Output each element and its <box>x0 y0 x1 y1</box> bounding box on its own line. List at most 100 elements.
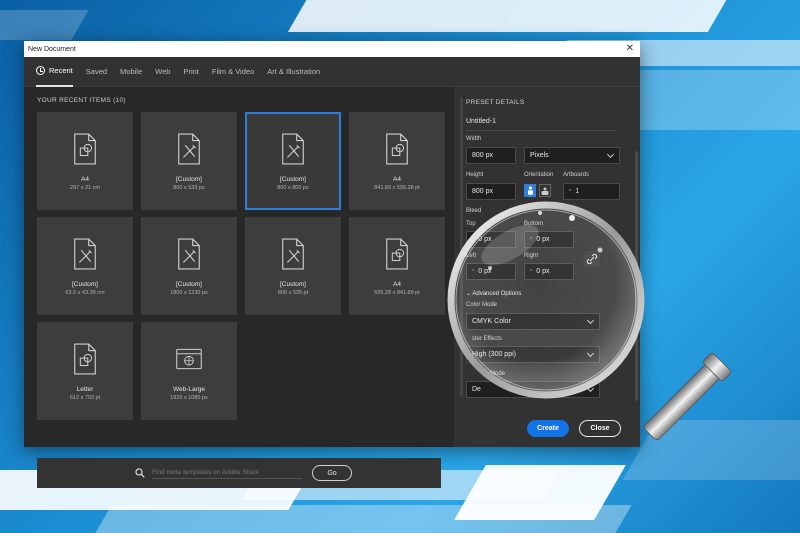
custom-document-icon <box>282 133 304 165</box>
recent-item-name: [Custom] <box>175 281 202 288</box>
tab-saved[interactable]: Saved <box>86 57 107 87</box>
preset-details-panel: PRESET DETAILS Untitled-1 Width 800 px P… <box>454 87 640 447</box>
custom-document-icon <box>178 133 200 165</box>
tab-recent[interactable]: Recent <box>36 57 73 87</box>
height-label: Height <box>466 172 484 178</box>
recent-item-name: Letter <box>76 386 94 393</box>
custom-document-icon <box>282 238 304 270</box>
artboards-input[interactable]: ^ 1 <box>563 183 620 200</box>
stepper-icon[interactable]: ^ <box>472 237 474 243</box>
search-icon <box>135 468 145 478</box>
print-document-icon <box>386 238 408 270</box>
preview-mode-select[interactable]: De <box>466 381 600 398</box>
stepper-icon[interactable]: ^ <box>530 237 532 243</box>
units-select[interactable]: Pixels <box>524 147 620 164</box>
recent-item-card[interactable]: [Custom] 1800 x 1230 px <box>141 217 237 315</box>
chevron-down-icon <box>586 316 595 324</box>
portrait-icon[interactable] <box>524 184 536 197</box>
close-button[interactable]: Close <box>579 420 621 437</box>
close-icon[interactable]: ✕ <box>626 44 634 54</box>
height-input[interactable]: 800 px <box>466 183 516 200</box>
artboards-label: Artboards <box>563 172 590 178</box>
tab-label: Art & Illustration <box>267 67 321 76</box>
color-mode-select[interactable]: CMYK Color <box>466 313 600 330</box>
artboards-value: 1 <box>575 188 580 195</box>
tab-print[interactable]: Print <box>183 57 198 87</box>
link-icon[interactable] <box>584 251 600 267</box>
chevron-down-icon <box>586 384 595 392</box>
tab-label: Mobile <box>120 67 143 76</box>
web-document-icon <box>176 348 202 370</box>
stock-search-bar: Go <box>37 458 441 488</box>
recent-items-grid: A4 297 x 21 cm [Custom] 800 x 533 px [Custom… <box>37 112 445 420</box>
recent-heading: YOUR RECENT ITEMS (10) <box>37 97 126 104</box>
tab-label: Film & Video <box>211 67 255 76</box>
bleed-top-value: 0 px <box>478 236 492 243</box>
top-label: Top <box>466 221 476 227</box>
document-name-field[interactable]: Untitled-1 <box>466 118 616 131</box>
recent-item-card[interactable]: Web-Large 1920 x 1080 px <box>141 322 237 420</box>
bleed-right-value: 0 px <box>536 268 550 275</box>
recent-item-card[interactable]: [Custom] 800 x 533 px <box>141 112 237 210</box>
recent-item-card[interactable]: A4 595.28 x 841.89 pt <box>349 217 445 315</box>
bleed-top-input[interactable]: ^ 0 px <box>466 231 516 248</box>
recent-item-card[interactable]: [Custom] 63.5 x 43.39 cm <box>37 217 133 315</box>
width-input[interactable]: 800 px <box>466 147 516 164</box>
recent-item-name: [Custom] <box>175 176 202 183</box>
bg-stripe <box>287 0 733 32</box>
bg-stripe <box>0 10 89 40</box>
color-mode-value: CMYK Color <box>472 318 511 325</box>
bleed-left-input[interactable]: ^ 0 px <box>466 263 516 280</box>
recent-heading-text: YOUR RECENT ITEMS <box>37 97 111 104</box>
new-document-dialog: New Document ✕ Recent Saved Mobile Web P… <box>24 41 640 488</box>
bleed-left-value: 0 px <box>478 268 492 275</box>
raster-effects-label: ster Effects <box>472 336 502 342</box>
raster-effects-select[interactable]: High (300 ppi) <box>466 346 600 363</box>
recent-count: (10) <box>113 97 126 104</box>
tab-art-illustration[interactable]: Art & Illustration <box>267 57 320 87</box>
recent-item-name: [Custom] <box>279 281 306 288</box>
recent-item-size: 63.5 x 43.39 cm <box>65 290 105 296</box>
preview-mode-label: Mode <box>490 371 506 377</box>
recent-item-card[interactable]: [Custom] 800 x 800 px <box>245 112 341 210</box>
clock-icon <box>36 66 45 75</box>
stepper-icon[interactable]: ^ <box>472 269 474 275</box>
bg-stripe <box>622 420 800 480</box>
bleed-label: Bleed <box>466 208 482 214</box>
recent-panel: YOUR RECENT ITEMS (10) A4 297 x 21 cm [Cus… <box>24 87 463 488</box>
recent-item-card[interactable]: A4 297 x 21 cm <box>37 112 133 210</box>
recent-item-card[interactable]: [Custom] 800 x 535 pt <box>245 217 341 315</box>
scrollbar[interactable] <box>635 151 638 401</box>
preview-mode-value: De <box>472 386 481 393</box>
advanced-options-label: Advanced Options <box>472 291 522 297</box>
raster-effects-value: High (300 ppi) <box>472 351 516 358</box>
title-bar: New Document ✕ <box>24 41 640 57</box>
preset-details-heading: PRESET DETAILS <box>466 99 525 106</box>
bleed-right-input[interactable]: ^ 0 px <box>524 263 574 280</box>
recent-item-name: A4 <box>393 281 401 288</box>
stepper-icon[interactable]: ^ <box>530 269 532 275</box>
orientation-toggle <box>524 184 551 197</box>
recent-item-size: 595.28 x 841.89 pt <box>374 290 420 296</box>
bleed-bottom-input[interactable]: ^ 0 px <box>524 231 574 248</box>
recent-item-card[interactable]: Letter 612 x 792 pt <box>37 322 133 420</box>
recent-item-card[interactable]: A4 841.89 x 595.28 pt <box>349 112 445 210</box>
stock-search-input[interactable] <box>152 467 302 479</box>
recent-item-size: 297 x 21 cm <box>70 185 100 191</box>
right-label: Right <box>524 253 539 259</box>
tab-web[interactable]: Web <box>155 57 170 87</box>
tab-label: Recent <box>49 66 73 75</box>
go-button[interactable]: Go <box>312 465 352 481</box>
custom-document-icon <box>178 238 200 270</box>
advanced-options-toggle[interactable]: ⌄ Advanced Options <box>466 290 521 297</box>
create-button[interactable]: Create <box>527 420 569 437</box>
stepper-icon[interactable]: ^ <box>569 189 571 195</box>
landscape-icon[interactable] <box>539 184 551 197</box>
width-label: Width <box>466 136 482 142</box>
tab-film-video[interactable]: Film & Video <box>212 57 254 87</box>
tab-mobile[interactable]: Mobile <box>120 57 142 87</box>
recent-item-size: 1800 x 1230 px <box>170 290 208 296</box>
color-mode-label: Color Mode <box>466 302 498 308</box>
tab-label: Web <box>155 67 171 76</box>
recent-item-size: 800 x 533 px <box>173 185 205 191</box>
